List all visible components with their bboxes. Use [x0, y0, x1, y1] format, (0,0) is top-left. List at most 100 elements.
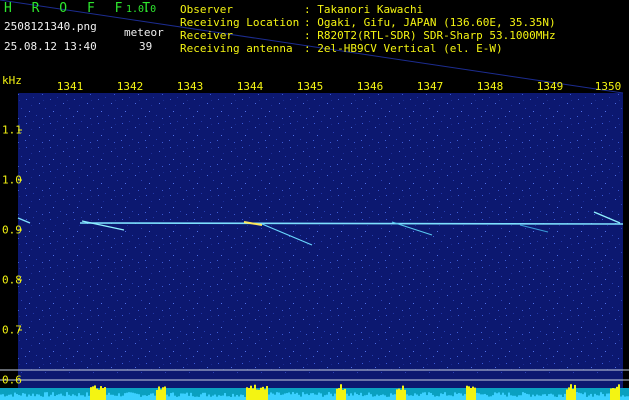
signal-bar — [348, 395, 350, 400]
signal-bar — [390, 393, 392, 400]
signal-bar — [484, 393, 486, 400]
signal-bar — [306, 393, 308, 400]
y-tick-label: 0.8 — [2, 273, 22, 287]
signal-bar — [590, 393, 592, 400]
signal-bar — [162, 387, 164, 400]
signal-bar — [480, 394, 482, 400]
signal-bar — [290, 394, 292, 400]
signal-bar — [456, 393, 458, 400]
signal-bar — [54, 396, 56, 400]
spectrogram-plot — [0, 0, 629, 400]
signal-bar — [234, 396, 236, 400]
signal-bar — [404, 389, 406, 400]
signal-bar — [330, 393, 332, 400]
signal-bar — [88, 395, 90, 400]
signal-bar — [32, 393, 34, 400]
info-location-value: : Ogaki, Gifu, JAPAN (136.60E, 35.35N) — [304, 16, 556, 29]
signal-bar — [44, 392, 46, 400]
signal-bar — [452, 396, 454, 400]
signal-bar — [220, 395, 222, 400]
info-observer-value: : Takanori Kawachi — [304, 3, 424, 16]
signal-bar — [412, 395, 414, 400]
signal-bar — [610, 388, 612, 400]
signal-bar — [62, 395, 64, 400]
signal-bar — [504, 394, 506, 400]
signal-bar — [16, 394, 18, 400]
signal-bar — [564, 393, 566, 400]
signal-bar — [512, 395, 514, 400]
signal-bar — [580, 393, 582, 400]
signal-bar — [474, 387, 476, 400]
signal-bar — [506, 396, 508, 400]
x-tick-label: 1343 — [176, 80, 204, 93]
signal-bar — [538, 395, 540, 400]
signal-bar — [598, 395, 600, 400]
signal-bar — [478, 393, 480, 400]
signal-bar — [22, 393, 24, 400]
signal-bar — [100, 386, 102, 400]
file-name: 2508121340.png — [4, 20, 97, 33]
signal-bar — [224, 393, 226, 400]
signal-bar — [60, 393, 62, 400]
signal-bar — [496, 393, 498, 400]
signal-bar — [58, 394, 60, 400]
signal-bar — [408, 395, 410, 400]
signal-bar — [346, 393, 348, 400]
plot-noise — [18, 93, 623, 373]
signal-bar — [548, 394, 550, 400]
signal-bar — [398, 388, 400, 400]
signal-bar — [434, 396, 436, 400]
x-tick-label: 1348 — [476, 80, 504, 93]
signal-bar — [64, 396, 66, 400]
signal-bar — [76, 396, 78, 400]
signal-bar — [514, 395, 516, 400]
signal-bar — [264, 389, 266, 400]
signal-bar — [200, 394, 202, 400]
signal-bar — [482, 394, 484, 400]
signal-bar — [302, 392, 304, 400]
signal-bar — [340, 384, 342, 400]
signal-bar — [6, 395, 8, 400]
signal-bar — [324, 395, 326, 400]
signal-bar — [492, 395, 494, 400]
signal-bar — [320, 393, 322, 400]
signal-bar — [208, 394, 210, 400]
signal-bar — [366, 394, 368, 400]
signal-bar — [570, 384, 572, 400]
signal-bar — [490, 396, 492, 400]
x-tick-label: 1346 — [356, 80, 384, 93]
signal-bar — [188, 395, 190, 400]
signal-bar — [430, 392, 432, 400]
signal-bar — [582, 394, 584, 400]
signal-bar — [142, 395, 144, 400]
signal-bar — [376, 394, 378, 400]
signal-bar — [370, 394, 372, 400]
signal-bar — [166, 394, 168, 400]
y-tick-label: 1.1 — [2, 123, 22, 137]
signal-bar — [190, 392, 192, 400]
signal-bar — [536, 394, 538, 400]
signal-bar — [524, 392, 526, 400]
signal-bar — [276, 392, 278, 400]
signal-bar — [596, 395, 598, 400]
signal-bar — [112, 394, 114, 400]
signal-bar — [300, 396, 302, 400]
hrofft-viewer: H R O F F T 1.0.0 2508121340.png 25.08.1… — [0, 0, 629, 400]
signal-bar — [10, 394, 12, 400]
signal-bar — [226, 396, 228, 400]
signal-bar — [278, 392, 280, 400]
signal-bar — [594, 393, 596, 400]
signal-bar — [532, 394, 534, 400]
signal-bar — [120, 396, 122, 400]
signal-bar — [426, 395, 428, 400]
signal-bar — [116, 395, 118, 400]
signal-bar — [8, 394, 10, 400]
signal-bar — [128, 392, 130, 400]
signal-bar — [152, 393, 154, 400]
signal-bar — [374, 396, 376, 400]
signal-bar — [180, 393, 182, 400]
signal-bar — [294, 393, 296, 400]
signal-bar — [328, 392, 330, 400]
signal-bar — [358, 395, 360, 400]
signal-bar — [508, 392, 510, 400]
